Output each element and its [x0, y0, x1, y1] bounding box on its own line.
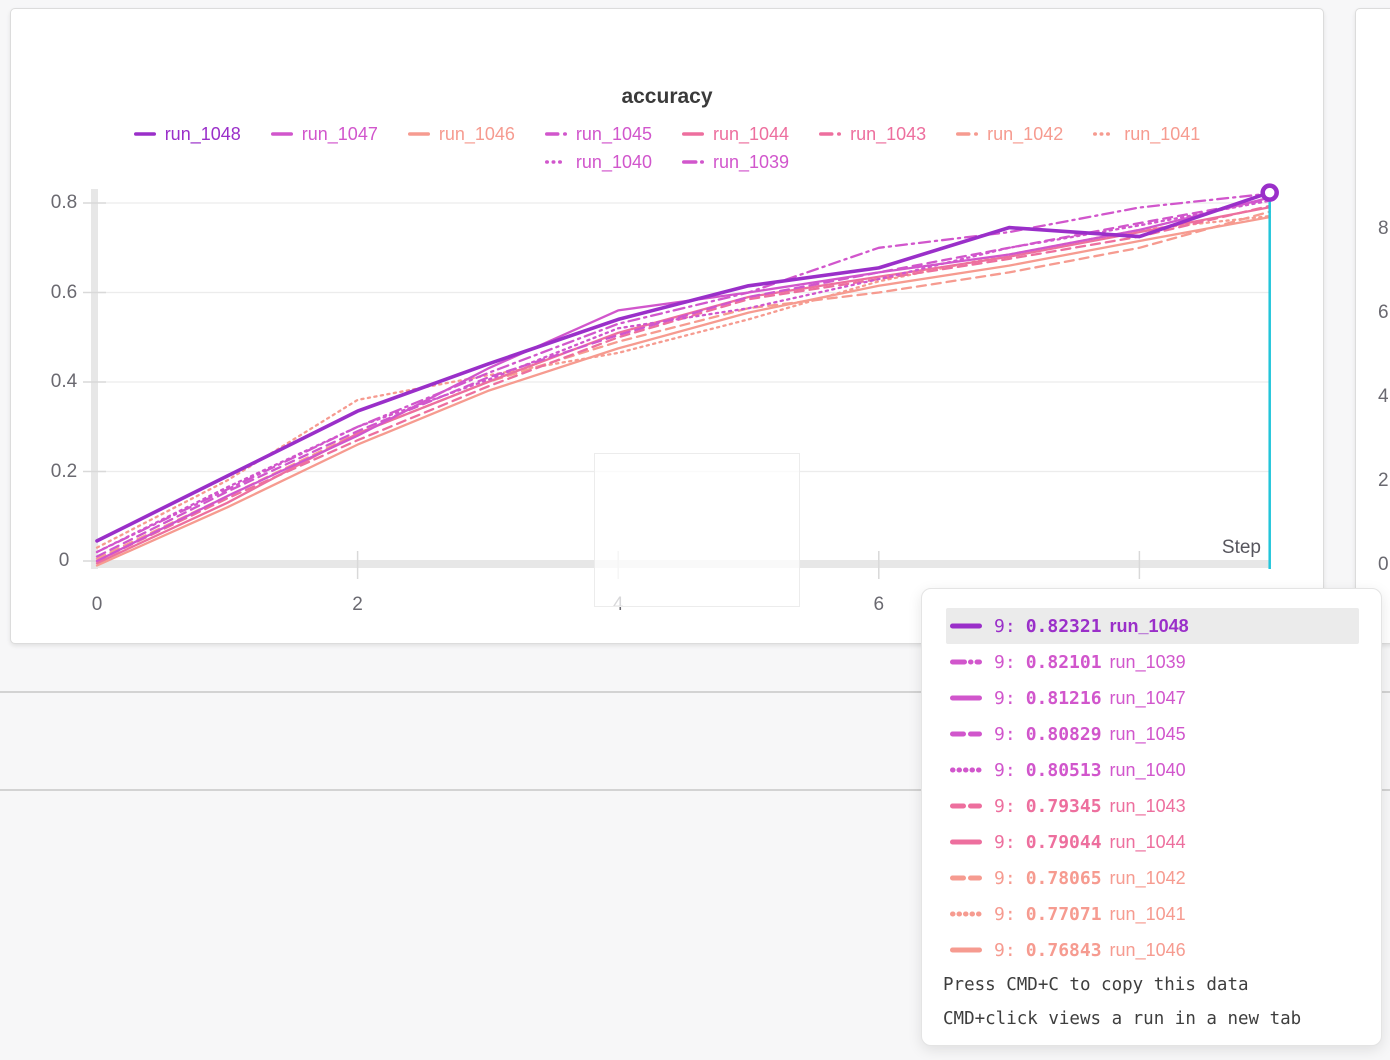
tooltip-row-run_1048[interactable]: 9: 0.82321 run_1048 — [946, 608, 1359, 644]
tooltip-step: 9: — [994, 688, 1016, 709]
tooltip-swatch-run_1046 — [950, 945, 982, 955]
selection-overlay-box — [594, 453, 800, 607]
adjacent-y-tick-label: 0 — [1378, 554, 1390, 576]
tooltip-swatch-run_1040 — [950, 765, 982, 775]
x-tick-label: 6 — [859, 594, 899, 616]
tooltip-value: 0.80829 — [1026, 724, 1102, 745]
tooltip-value: 0.80513 — [1026, 760, 1102, 781]
x-axis-title: Step — [1161, 537, 1261, 559]
tooltip-swatch-run_1041 — [950, 909, 982, 919]
y-tick-label: 0 — [41, 550, 87, 572]
tooltip-step: 9: — [994, 652, 1016, 673]
tooltip-swatch-run_1042 — [950, 873, 982, 883]
tooltip-run-name: run_1045 — [1110, 724, 1186, 745]
tooltip-step: 9: — [994, 796, 1016, 817]
tooltip-run-name: run_1043 — [1110, 796, 1186, 817]
tooltip-run-name: run_1044 — [1110, 832, 1186, 853]
tooltip-row-run_1043[interactable]: 9: 0.79345 run_1043 — [922, 788, 1381, 824]
tooltip-run-name: run_1040 — [1110, 760, 1186, 781]
tooltip-value: 0.82321 — [1026, 616, 1102, 637]
tooltip-row-run_1044[interactable]: 9: 0.79044 run_1044 — [922, 824, 1381, 860]
y-tick-label: 0.2 — [41, 461, 87, 483]
tooltip-row-run_1046[interactable]: 9: 0.76843 run_1046 — [922, 932, 1381, 968]
tooltip-swatch-run_1047 — [950, 693, 982, 703]
tooltip-swatch-run_1045 — [950, 729, 982, 739]
tooltip-swatch-run_1039 — [950, 657, 982, 667]
y-tick-label: 0.4 — [41, 371, 87, 393]
tooltip-value: 0.78065 — [1026, 868, 1102, 889]
tooltip-row-run_1047[interactable]: 9: 0.81216 run_1047 — [922, 680, 1381, 716]
tooltip-value: 0.79345 — [1026, 796, 1102, 817]
tooltip-step: 9: — [994, 868, 1016, 889]
tooltip-run-name: run_1047 — [1110, 688, 1186, 709]
tooltip-run-name: run_1046 — [1110, 940, 1186, 961]
tooltip-row-run_1045[interactable]: 9: 0.80829 run_1045 — [922, 716, 1381, 752]
tooltip-step: 9: — [994, 940, 1016, 961]
highlight-point-marker[interactable] — [1263, 186, 1277, 200]
x-tick-label: 2 — [338, 594, 378, 616]
tooltip-value: 0.79044 — [1026, 832, 1102, 853]
adjacent-y-tick-label: 6 — [1378, 302, 1390, 324]
adjacent-y-tick-label: 2 — [1378, 470, 1390, 492]
tooltip-step: 9: — [994, 616, 1016, 637]
tooltip-hint-open: CMD+click views a run in a new tab — [922, 1002, 1381, 1036]
tooltip-step: 9: — [994, 832, 1016, 853]
tooltip-row-run_1042[interactable]: 9: 0.78065 run_1042 — [922, 860, 1381, 896]
tooltip-step: 9: — [994, 724, 1016, 745]
tooltip-run-name: run_1039 — [1110, 652, 1186, 673]
y-axis-line — [91, 189, 98, 569]
chart-tooltip: 9: 0.82321 run_1048 9: 0.82101 run_1039 9: 0.81… — [921, 588, 1382, 1046]
y-tick-label: 0.8 — [41, 192, 87, 214]
tooltip-row-run_1039[interactable]: 9: 0.82101 run_1039 — [922, 644, 1381, 680]
y-tick-label: 0.6 — [41, 282, 87, 304]
tooltip-step: 9: — [994, 760, 1016, 781]
chart-panel-accuracy: accuracy run_1048run_1047run_1046run_104… — [10, 8, 1324, 644]
adjacent-y-tick-label: 8 — [1378, 218, 1390, 240]
tooltip-hint-copy: Press CMD+C to copy this data — [922, 968, 1381, 1002]
tooltip-swatch-run_1044 — [950, 837, 982, 847]
tooltip-value: 0.76843 — [1026, 940, 1102, 961]
tooltip-value: 0.82101 — [1026, 652, 1102, 673]
tooltip-value: 0.81216 — [1026, 688, 1102, 709]
tooltip-value: 0.77071 — [1026, 904, 1102, 925]
tooltip-swatch-run_1043 — [950, 801, 982, 811]
tooltip-run-name: run_1042 — [1110, 868, 1186, 889]
tooltip-step: 9: — [994, 904, 1016, 925]
tooltip-run-name: run_1048 — [1110, 616, 1189, 637]
tooltip-row-run_1040[interactable]: 9: 0.80513 run_1040 — [922, 752, 1381, 788]
tooltip-swatch-run_1048 — [950, 621, 982, 631]
tooltip-run-name: run_1041 — [1110, 904, 1186, 925]
x-tick-label: 0 — [77, 594, 117, 616]
adjacent-chart-panel: 8 6 4 2 0 — [1355, 8, 1390, 644]
tooltip-row-run_1041[interactable]: 9: 0.77071 run_1041 — [922, 896, 1381, 932]
adjacent-y-tick-label: 4 — [1378, 386, 1390, 408]
